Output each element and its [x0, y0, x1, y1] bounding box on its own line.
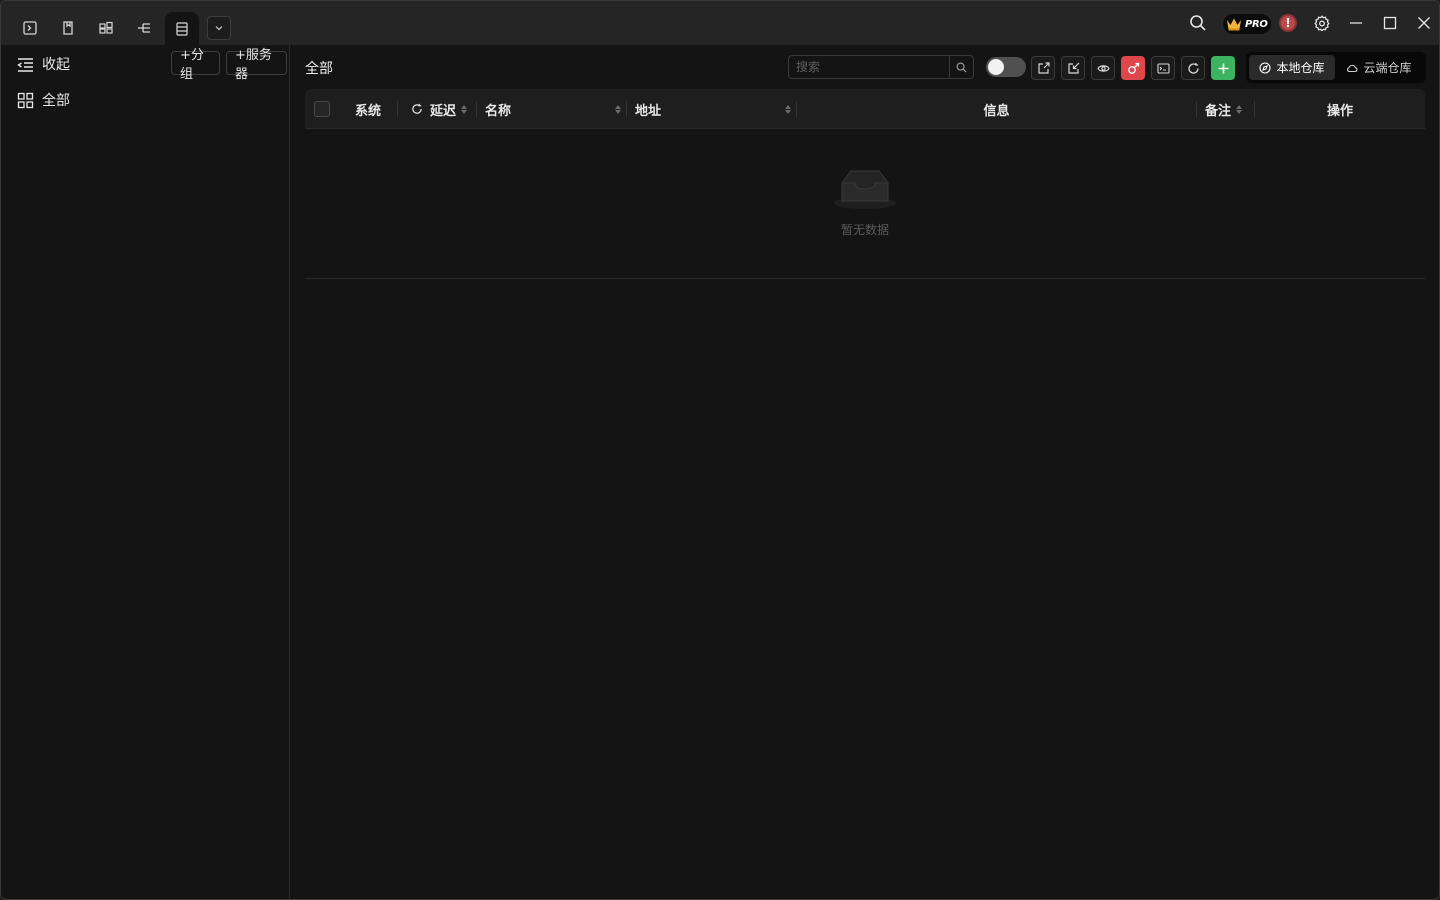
- column-info[interactable]: 信息: [797, 89, 1196, 129]
- sidebar-item-all[interactable]: 全部: [17, 90, 70, 110]
- column-label: 操作: [1326, 103, 1353, 119]
- visibility-button[interactable]: [1091, 56, 1115, 80]
- select-all-checkbox[interactable]: [314, 101, 330, 117]
- sidebar: 收起 +分组 +服务器 全部: [1, 45, 290, 899]
- alert-label: !: [1285, 16, 1291, 30]
- empty-state: 暂无数据: [305, 129, 1425, 279]
- import-button[interactable]: [1061, 56, 1085, 80]
- local-repo-tab[interactable]: 本地仓库: [1249, 55, 1335, 80]
- repo-switch: 本地仓库 云端仓库: [1246, 52, 1426, 83]
- global-search-button[interactable]: [1186, 11, 1210, 35]
- import-icon: [1067, 62, 1079, 74]
- sidebar-collapse-button[interactable]: 收起: [17, 54, 70, 74]
- redis-button[interactable]: [1121, 56, 1145, 80]
- column-label: 名称: [485, 103, 512, 119]
- maximize-icon: [1383, 16, 1397, 30]
- cloud-icon: [1347, 64, 1358, 72]
- title-bar: PRO !: [1, 1, 1439, 45]
- column-divider: [397, 101, 398, 117]
- pro-label: PRO: [1245, 18, 1268, 30]
- search-submit-button[interactable]: [949, 56, 973, 78]
- server-list-icon: [176, 21, 188, 36]
- refresh-icon: [1187, 62, 1199, 74]
- empty-text: 暂无数据: [840, 223, 889, 237]
- column-label: 信息: [983, 103, 1010, 119]
- close-button[interactable]: [1413, 11, 1435, 35]
- refresh-button[interactable]: [1181, 56, 1205, 80]
- add-server-button[interactable]: +服务器: [226, 48, 287, 82]
- export-icon: [1037, 61, 1050, 74]
- toggle-knob: [988, 59, 1004, 75]
- redis-icon: [1127, 62, 1139, 74]
- export-button[interactable]: [1031, 56, 1055, 80]
- sidebar-item-label: 全部: [42, 93, 70, 109]
- main-panel: 全部 搜索 本地仓库 云端仓库 系统 延迟 名称 地址 信息 备注 操作 暂无数…: [291, 45, 1439, 899]
- grid-icon: [99, 21, 113, 34]
- cloud-repo-label: 云端仓库: [1363, 61, 1412, 75]
- compass-icon: [1259, 61, 1272, 74]
- page-title: 全部: [305, 61, 333, 77]
- local-repo-label: 本地仓库: [1276, 61, 1325, 75]
- alert-badge[interactable]: !: [1279, 14, 1297, 32]
- tree-icon: [138, 23, 150, 33]
- tab-bookmark[interactable]: [51, 12, 85, 44]
- column-address[interactable]: 地址: [635, 89, 791, 129]
- tab-grid[interactable]: [89, 12, 123, 44]
- terminal-batch-icon: [1156, 62, 1170, 74]
- sort-icon[interactable]: [615, 104, 621, 114]
- minimize-icon: [1350, 22, 1362, 24]
- search-icon: [1190, 15, 1206, 31]
- pro-badge[interactable]: PRO: [1223, 14, 1271, 34]
- maximize-button[interactable]: [1379, 11, 1401, 35]
- column-label: 系统: [355, 103, 382, 119]
- crown-icon: [1227, 18, 1241, 31]
- column-divider: [626, 101, 627, 117]
- refresh-icon[interactable]: [411, 103, 423, 115]
- tab-dropdown-button[interactable]: [207, 16, 231, 40]
- grid-icon: [17, 92, 34, 108]
- column-remark[interactable]: 备注: [1205, 89, 1243, 129]
- eye-icon: [1096, 64, 1110, 72]
- collapse-menu-icon: [17, 57, 33, 72]
- bookmark-icon: [63, 21, 73, 35]
- column-label: 延迟: [430, 103, 457, 119]
- add-group-button[interactable]: +分组: [171, 48, 220, 82]
- add-button[interactable]: [1211, 56, 1235, 80]
- column-latency[interactable]: 延迟: [411, 89, 468, 129]
- column-name[interactable]: 名称: [485, 89, 621, 129]
- tab-terminal[interactable]: [13, 12, 47, 44]
- sort-icon[interactable]: [785, 104, 791, 114]
- plus-icon: [1218, 63, 1228, 73]
- tab-tree[interactable]: [127, 12, 161, 44]
- close-icon: [1418, 17, 1430, 29]
- collapse-label: 收起: [42, 57, 70, 73]
- view-toggle[interactable]: [986, 57, 1026, 77]
- empty-inbox-icon: [834, 170, 896, 209]
- search-icon: [956, 62, 967, 73]
- column-system[interactable]: 系统: [355, 89, 381, 129]
- column-divider: [476, 101, 477, 117]
- cloud-repo-tab[interactable]: 云端仓库: [1335, 55, 1423, 80]
- minimize-button[interactable]: [1345, 11, 1367, 35]
- column-label: 地址: [635, 103, 662, 119]
- column-actions: 操作: [1255, 89, 1425, 129]
- settings-button[interactable]: [1311, 11, 1333, 35]
- search-input[interactable]: [789, 56, 949, 78]
- sort-icon[interactable]: [461, 104, 468, 114]
- column-label: 备注: [1205, 103, 1232, 119]
- sort-icon[interactable]: [1236, 104, 1243, 114]
- terminal-icon: [23, 21, 37, 35]
- table-header: 系统 延迟 名称 地址 信息 备注 操作: [305, 89, 1425, 129]
- settings-icon: [1314, 15, 1330, 31]
- search-box: [788, 55, 974, 79]
- chevron-down-icon: [215, 26, 223, 31]
- tab-server-list[interactable]: [165, 12, 199, 45]
- batch-terminal-button[interactable]: [1151, 56, 1175, 80]
- column-divider: [1196, 101, 1197, 117]
- app-window: PRO ! 收起 +分组 +服务器 全部 全部 搜索 本地仓库 云端仓库 系统 …: [0, 0, 1440, 900]
